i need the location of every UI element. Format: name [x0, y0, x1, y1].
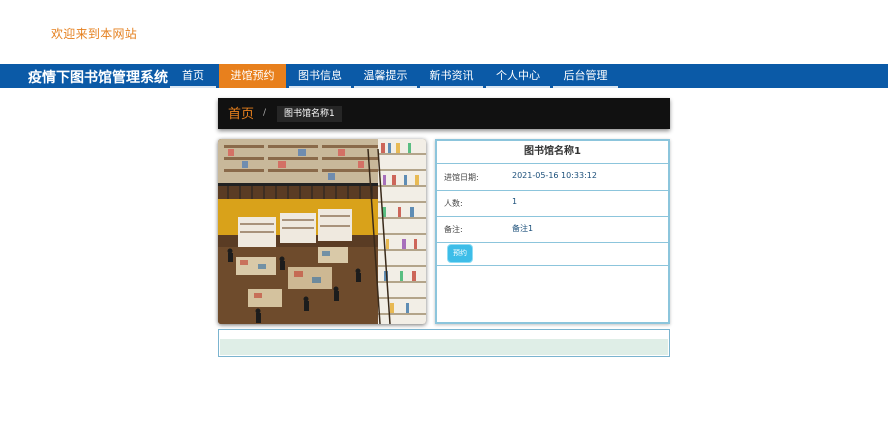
nav-book-info[interactable]: 图书信息: [289, 64, 351, 88]
nav-personal-center[interactable]: 个人中心: [486, 64, 550, 88]
reserve-button[interactable]: 预约: [447, 244, 473, 263]
remarks-value: 备注1: [512, 224, 534, 233]
breadcrumb-separator: /: [263, 108, 267, 118]
people-count-label: 人数:: [444, 199, 463, 208]
entry-date-value: 2021-05-16 10:33:12: [512, 171, 597, 180]
breadcrumb: 首页 / 图书馆名称1: [218, 98, 670, 129]
site-title: 疫情下图书馆管理系统: [28, 70, 168, 86]
remarks-label: 备注:: [444, 225, 463, 234]
library-photo: [218, 139, 426, 324]
detail-row-remarks: 备注: 备注1: [437, 216, 668, 243]
nav-new-books[interactable]: 新书资讯: [420, 64, 483, 88]
people-count-value: 1: [512, 197, 518, 206]
nav-home[interactable]: 首页: [170, 64, 216, 88]
detail-row-people-count: 人数: 1: [437, 190, 668, 217]
top-navbar: 疫情下图书馆管理系统 首页 进馆预约 图书信息 温馨提示 新书资讯 个人中心 后…: [0, 64, 888, 88]
nav-tips[interactable]: 温馨提示: [354, 64, 417, 88]
library-detail-panel: 图书馆名称1 进馆日期: 2021-05-16 10:33:12 人数: 1 备…: [435, 139, 670, 324]
welcome-text: 欢迎来到本网站: [51, 27, 138, 41]
breadcrumb-current: 图书馆名称1: [277, 106, 342, 122]
nav-admin[interactable]: 后台管理: [553, 64, 618, 88]
breadcrumb-home-link[interactable]: 首页: [228, 103, 254, 122]
detail-row-entry-date: 进馆日期: 2021-05-16 10:33:12: [437, 164, 668, 191]
nav-entry-reservation[interactable]: 进馆预约: [219, 64, 286, 88]
action-row: 预约: [437, 241, 668, 266]
detail-content-box: [218, 329, 670, 357]
entry-date-label: 进馆日期:: [444, 173, 479, 182]
content-strip: [220, 339, 668, 355]
library-name-title: 图书馆名称1: [437, 141, 668, 164]
